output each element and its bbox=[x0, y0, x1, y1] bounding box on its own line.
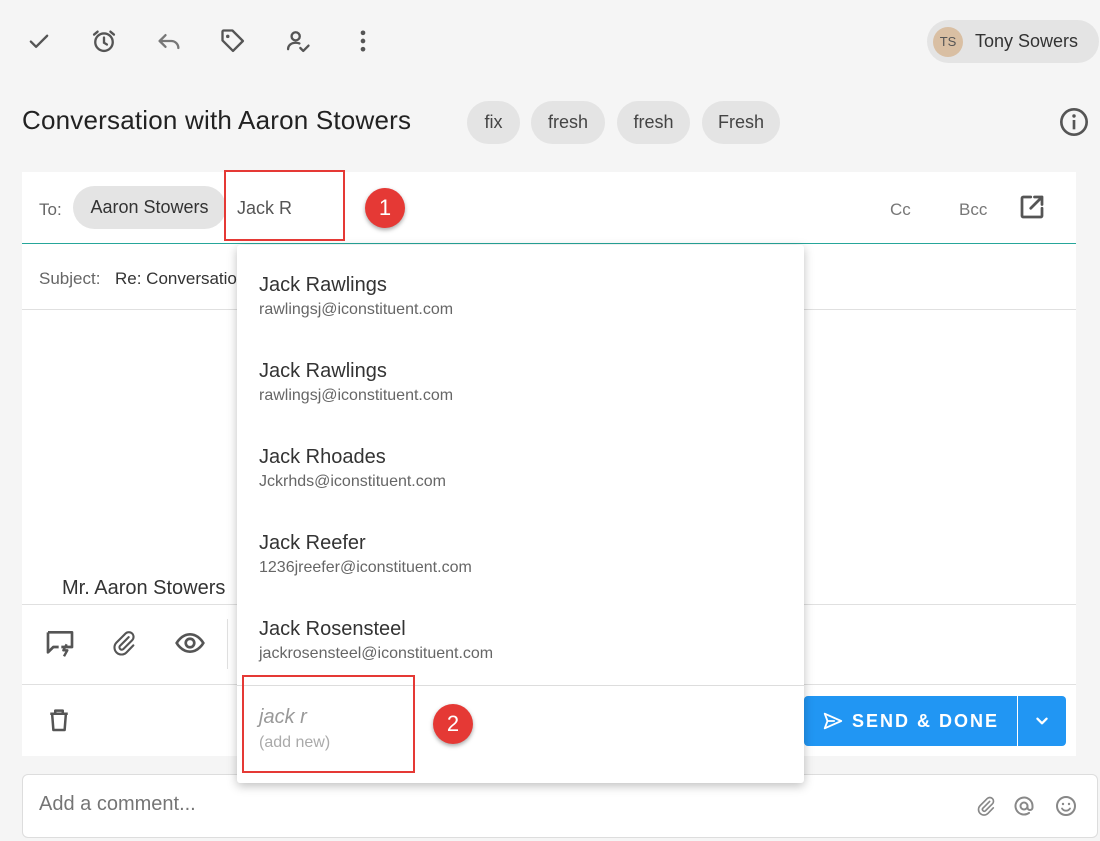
annotation-box-2 bbox=[242, 675, 415, 773]
check-icon[interactable] bbox=[22, 24, 56, 58]
comment-input[interactable] bbox=[39, 793, 939, 816]
option-email: rawlingsj@iconstituent.com bbox=[259, 387, 454, 404]
top-toolbar: TS Tony Sowers bbox=[0, 0, 1100, 84]
dropdown-option[interactable]: Jack Rawlings rawlingsj@iconstituent.com bbox=[237, 245, 804, 331]
chevron-down-icon bbox=[1036, 717, 1048, 725]
eye-icon[interactable] bbox=[172, 625, 208, 661]
subject-label: Subject: bbox=[39, 269, 101, 288]
open-in-new-icon[interactable] bbox=[1017, 192, 1049, 224]
option-name: Jack Rawlings bbox=[259, 360, 387, 382]
option-email: rawlingsj@iconstituent.com bbox=[259, 301, 454, 318]
assign-icon[interactable] bbox=[281, 24, 315, 58]
user-chip[interactable]: TS Tony Sowers bbox=[927, 20, 1099, 63]
bcc-button[interactable]: Bcc bbox=[959, 200, 987, 220]
user-name: Tony Sowers bbox=[975, 31, 1079, 51]
alarm-icon[interactable] bbox=[87, 24, 121, 58]
send-label: SEND & DONE bbox=[851, 710, 999, 731]
option-name: Jack Rosensteel bbox=[259, 618, 406, 640]
info-icon[interactable] bbox=[1058, 106, 1090, 138]
reply-icon[interactable] bbox=[152, 24, 186, 58]
message-body[interactable]: Mr. Aaron Stowers bbox=[62, 577, 225, 600]
annotation-box-1 bbox=[224, 170, 345, 241]
send-and-done-button[interactable]: SEND & DONE bbox=[804, 696, 1017, 746]
attach-icon[interactable] bbox=[973, 793, 999, 819]
option-email: 1236jreefer@iconstituent.com bbox=[259, 559, 472, 576]
quick-reply-icon[interactable] bbox=[42, 625, 78, 661]
subject-input[interactable]: Re: Conversatio bbox=[115, 269, 237, 289]
dropdown-option[interactable]: Jack Rhoades Jckrhds@iconstituent.com bbox=[237, 417, 804, 503]
annotation-badge-1: 1 bbox=[365, 188, 405, 228]
tag-chip[interactable]: Fresh bbox=[702, 101, 780, 144]
tag-chip[interactable]: fresh bbox=[617, 101, 690, 144]
dropdown-option[interactable]: Jack Rosensteel jackrosensteel@iconstitu… bbox=[237, 589, 804, 675]
comment-bar bbox=[22, 774, 1098, 838]
option-name: Jack Rawlings bbox=[259, 274, 387, 296]
send-icon bbox=[823, 712, 843, 730]
trash-icon[interactable] bbox=[44, 705, 76, 737]
toolbar-divider bbox=[227, 619, 228, 669]
to-row: To: Aaron Stowers Jack R Cc Bcc bbox=[22, 172, 1076, 244]
attach-icon[interactable] bbox=[106, 625, 142, 661]
annotation-badge-2: 2 bbox=[433, 704, 473, 744]
option-email: Jckrhds@iconstituent.com bbox=[259, 473, 446, 490]
dropdown-option[interactable]: Jack Rawlings rawlingsj@iconstituent.com bbox=[237, 331, 804, 417]
recipient-chip[interactable]: Aaron Stowers bbox=[73, 186, 226, 229]
page-title: Conversation with Aaron Stowers bbox=[22, 105, 412, 135]
to-label: To: bbox=[39, 200, 62, 219]
smile-icon[interactable] bbox=[1053, 793, 1079, 819]
at-icon[interactable] bbox=[1011, 793, 1037, 819]
tag-chip[interactable]: fix bbox=[467, 101, 520, 144]
send-options-button[interactable] bbox=[1018, 696, 1066, 746]
tag-icon[interactable] bbox=[216, 24, 250, 58]
more-vert-icon[interactable] bbox=[346, 24, 380, 58]
cc-button[interactable]: Cc bbox=[890, 200, 911, 220]
tag-chip[interactable]: fresh bbox=[531, 101, 605, 144]
option-email: jackrosensteel@iconstituent.com bbox=[259, 645, 494, 662]
option-name: Jack Reefer bbox=[259, 532, 366, 554]
avatar: TS bbox=[933, 26, 963, 57]
dropdown-option[interactable]: Jack Reefer 1236jreefer@iconstituent.com bbox=[237, 503, 804, 589]
option-name: Jack Rhoades bbox=[259, 446, 386, 468]
